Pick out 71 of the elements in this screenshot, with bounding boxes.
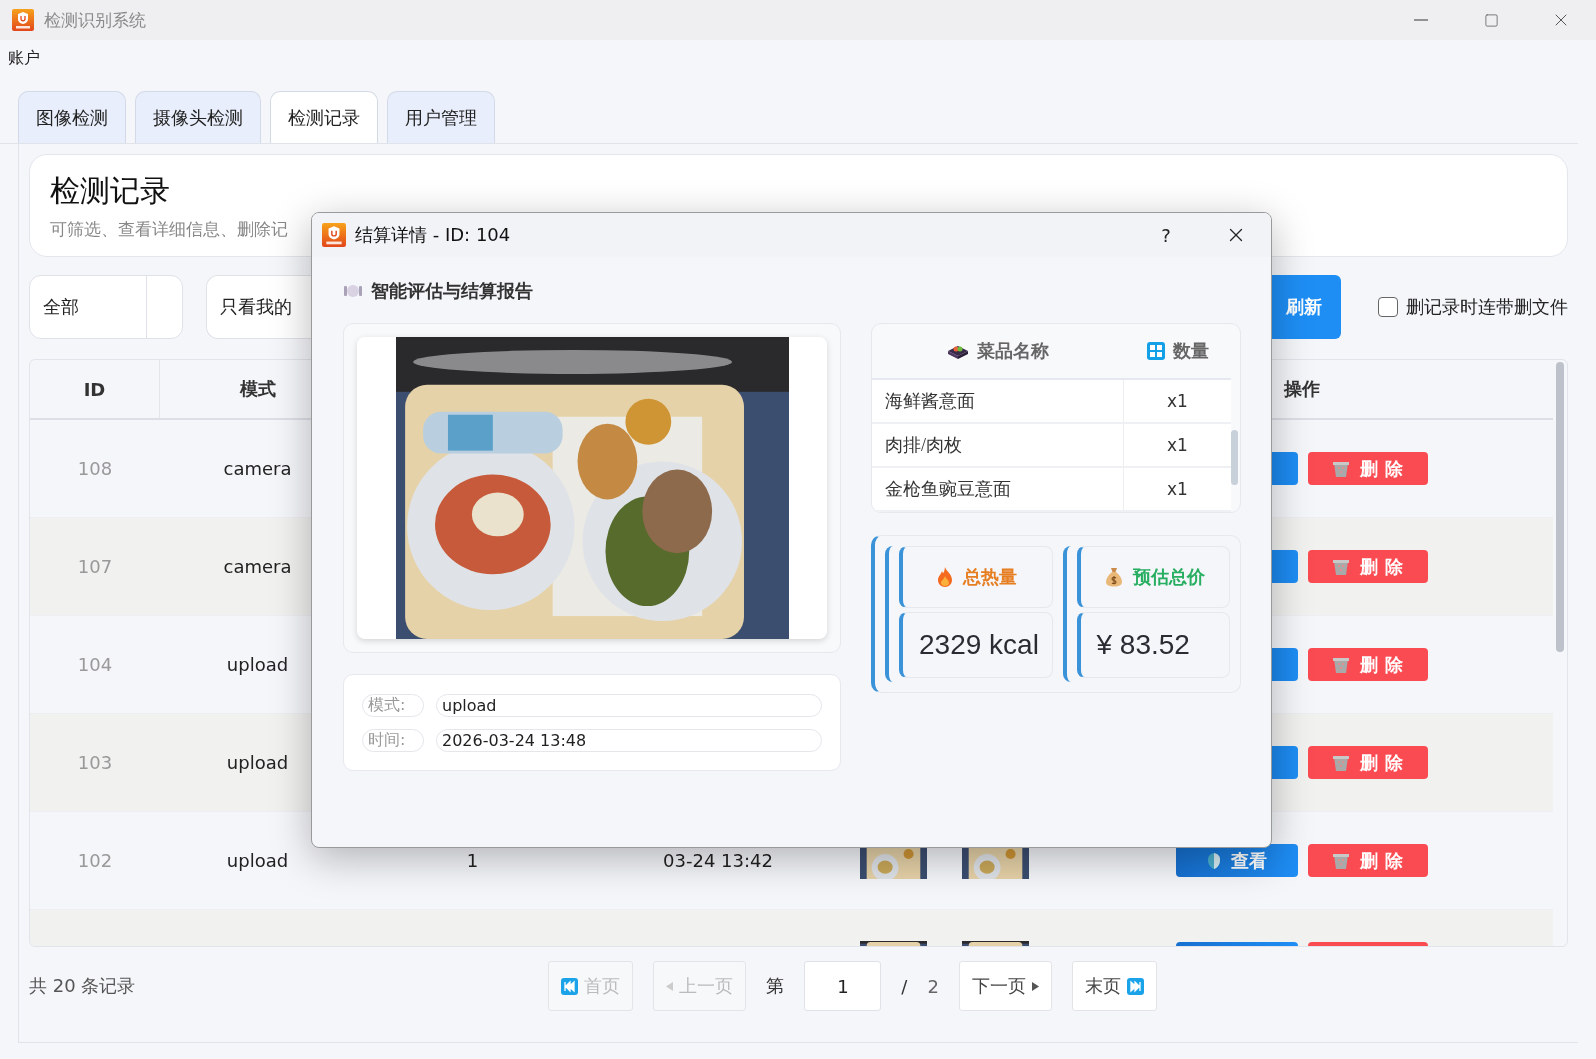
table-cell-text: 103 [76, 751, 114, 775]
maximize-icon [1483, 12, 1499, 28]
bento-icon [947, 343, 969, 359]
stat-value: ¥ 83.52 [1076, 612, 1230, 678]
page-label: 第 [766, 974, 785, 998]
numbers-icon [1146, 342, 1165, 360]
window-title: 检测识别系统 [44, 8, 146, 32]
tab[interactable]: 图像检测 [18, 91, 126, 143]
header-text: 菜品名称 [977, 339, 1049, 363]
page-count: 2 [927, 975, 939, 997]
checkbox-label: 删记录时连带删文件 [1406, 295, 1568, 319]
dish-count: x1 [1166, 390, 1189, 413]
table-cell-text: 108 [76, 457, 114, 481]
table-cell-text: 1 [465, 849, 480, 873]
dish-name: 海鲜酱意面 [872, 380, 1124, 422]
table-cell-text: camera [222, 555, 293, 579]
money-bag-icon [1104, 567, 1123, 587]
dish-name: 肉排/肉枚 [872, 424, 1124, 466]
table-cell-text: upload [225, 653, 290, 677]
checkbox[interactable] [1378, 297, 1398, 317]
dialog-title: 结算详情 - ID: 104 [355, 223, 511, 247]
trash-icon [1332, 655, 1351, 674]
tab[interactable]: 用户管理 [387, 91, 495, 143]
page-title: 检测记录 [50, 172, 171, 210]
table-cell-text: 104 [76, 653, 114, 677]
scrollbar-thumb[interactable] [1231, 430, 1238, 485]
flame-icon [937, 567, 954, 587]
trash-icon [1332, 851, 1351, 870]
header-text: 数量 [1172, 339, 1209, 363]
right-triangle-icon [1031, 981, 1039, 991]
table-cell-text: upload [225, 849, 290, 873]
stat-label: 总热量 [963, 565, 1018, 589]
dish-count: x1 [1166, 434, 1189, 457]
next-page-button[interactable]: 下一页 [958, 961, 1052, 1011]
table-cell-text: 03-24 13:42 [662, 849, 774, 873]
minimize-icon [1414, 19, 1428, 21]
column-header: ID [83, 378, 106, 400]
page-separator: / [901, 975, 908, 997]
table-cell-text: camera [222, 457, 293, 481]
scrollbar-thumb[interactable] [1556, 362, 1564, 652]
tab[interactable]: 摄像头检测 [135, 91, 261, 143]
table-cell-text: upload [225, 751, 290, 775]
view-button[interactable]: 查看 [1175, 844, 1298, 877]
left-triangle-icon [666, 981, 674, 991]
trash-icon [1332, 459, 1351, 478]
table-cell-text: 102 [76, 849, 114, 873]
table-cell-text: 107 [76, 555, 114, 579]
menu-item[interactable]: 账户 [8, 47, 40, 69]
page-input[interactable]: 1 [804, 961, 882, 1011]
column-header: 模式 [239, 377, 276, 401]
app-logo-icon [322, 223, 346, 247]
help-button[interactable]: ? [1131, 213, 1201, 257]
stat-label: 预估总价 [1132, 565, 1205, 589]
dish-name: 金枪鱼豌豆意面 [872, 468, 1124, 510]
trash-icon [1332, 557, 1351, 576]
skip-back-icon [561, 977, 579, 995]
plate-icon [343, 283, 363, 299]
tab[interactable]: 检测记录 [270, 91, 378, 143]
stat-value: 2329 kcal [899, 612, 1053, 678]
record-count: 共 20 条记录 [29, 974, 136, 998]
page-subtitle: 可筛选、查看详细信息、删除记 [50, 218, 288, 241]
dropdown-value: 全部 [30, 276, 147, 338]
shield-icon [1206, 851, 1221, 870]
app-logo-icon [12, 9, 34, 31]
last-page-button[interactable]: 末页 [1071, 961, 1157, 1011]
skip-forward-icon [1126, 977, 1144, 995]
dish-count: x1 [1166, 478, 1189, 501]
column-header: 操作 [1283, 377, 1320, 401]
trash-icon [1332, 753, 1351, 772]
report-heading: 智能评估与结算报告 [371, 279, 533, 303]
scope-dropdown[interactable]: 全部 [29, 275, 183, 339]
